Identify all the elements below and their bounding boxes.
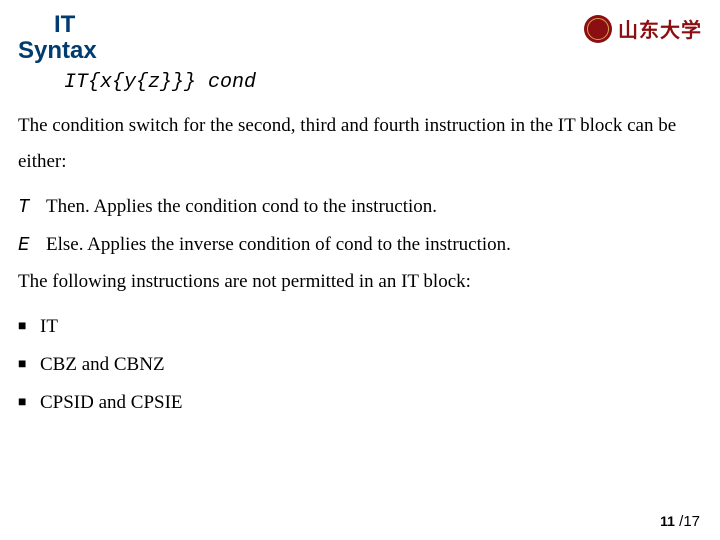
def-desc: Then. Applies the condition cond to the … bbox=[46, 188, 437, 225]
page-total: 17 bbox=[683, 513, 700, 530]
page-number: 11 /17 bbox=[660, 513, 700, 530]
definition-row: E Else. Applies the inverse condition of… bbox=[18, 226, 702, 264]
page-current: 11 bbox=[660, 513, 675, 529]
square-bullet-icon: ■ bbox=[18, 313, 40, 341]
bullet-text: CPSID and CPSIE bbox=[40, 384, 183, 422]
syntax-expression: IT{x{y{z}}} cond bbox=[64, 71, 702, 94]
logo-seal-icon bbox=[584, 15, 612, 43]
definition-row: T Then. Applies the condition cond to th… bbox=[18, 188, 702, 226]
intro-paragraph: The condition switch for the second, thi… bbox=[18, 108, 702, 180]
slide: 山东大学 IT Syntax IT{x{y{z}}} cond The cond… bbox=[0, 0, 720, 540]
square-bullet-icon: ■ bbox=[18, 351, 40, 379]
def-term: T bbox=[18, 189, 46, 226]
square-bullet-icon: ■ bbox=[18, 389, 40, 417]
logo-text: 山东大学 bbox=[618, 14, 702, 43]
def-term: E bbox=[18, 227, 46, 264]
bullet-text: IT bbox=[40, 308, 58, 346]
bullet-item: ■ IT bbox=[18, 308, 702, 346]
bullet-text: CBZ and CBNZ bbox=[40, 346, 165, 384]
bullet-item: ■ CPSID and CPSIE bbox=[18, 384, 702, 422]
university-logo: 山东大学 bbox=[584, 14, 702, 43]
def-desc: Else. Applies the inverse condition of c… bbox=[46, 226, 511, 263]
bullet-item: ■ CBZ and CBNZ bbox=[18, 346, 702, 384]
restrictions-paragraph: The following instructions are not permi… bbox=[18, 264, 702, 300]
